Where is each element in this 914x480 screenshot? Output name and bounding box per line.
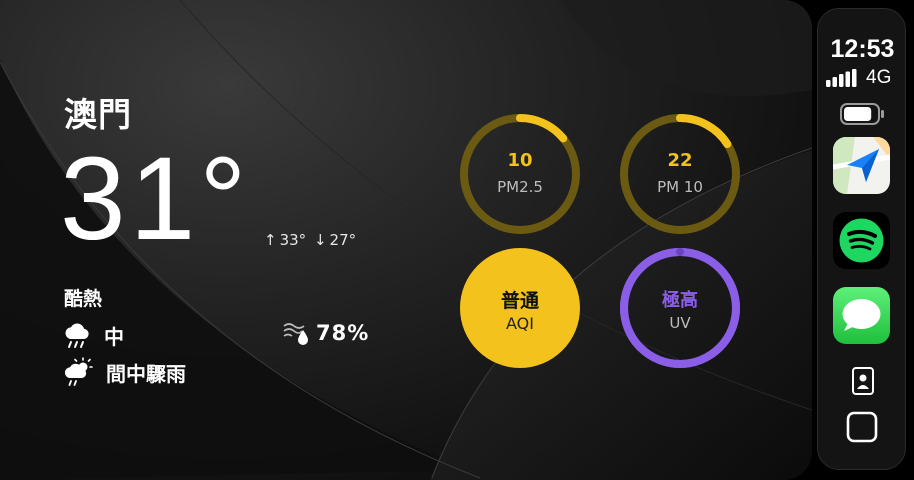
pm10-gauge: 22 PM 10	[618, 112, 742, 236]
pm10-value: 22	[667, 150, 693, 171]
carplay-dock: 12:53 4G	[817, 8, 906, 470]
humidity-value: 78%	[316, 321, 370, 345]
uv-label: UV	[669, 314, 691, 332]
contact-card-icon[interactable]	[852, 367, 874, 395]
aqi-label: AQI	[506, 314, 534, 333]
arrow-down-icon: ↓	[313, 231, 327, 249]
current-temperature: 31°	[60, 133, 251, 265]
cellular-status: 4G	[826, 67, 891, 89]
home-button-icon[interactable]	[846, 411, 878, 443]
humidity-row: 78%	[282, 320, 369, 346]
spotify-icon	[833, 212, 890, 269]
maps-icon	[833, 137, 890, 194]
weather-condition: 酷熱	[64, 288, 103, 310]
spotify-app-button[interactable]	[833, 212, 890, 269]
pm25-value: 10	[507, 150, 533, 171]
city-name: 澳門	[64, 95, 132, 134]
pm10-label: PM 10	[657, 178, 703, 196]
carplay-screen: 澳門 31° ↑ 33° ↓ 27° 酷熱 中 78% 間中驟雨 10 PM2.…	[0, 0, 914, 480]
aqi-value: 普通	[500, 290, 539, 312]
aqi-gauge: 普通 AQI	[458, 246, 582, 370]
messages-app-button[interactable]	[833, 287, 890, 344]
humidity-icon	[283, 323, 308, 345]
weather-widget[interactable]: 澳門 31° ↑ 33° ↓ 27° 酷熱 中 78% 間中驟雨 10 PM2.…	[0, 0, 812, 480]
sun-rain-cloud-icon	[64, 357, 93, 386]
uv-gauge: 極高 UV	[618, 246, 742, 370]
messages-icon	[833, 287, 890, 344]
network-type: 4G	[866, 67, 892, 88]
rain-cloud-icon	[65, 323, 89, 348]
forecast-row: 間中驟雨	[62, 356, 186, 388]
rain-level: 中	[104, 324, 124, 349]
maps-app-button[interactable]	[833, 137, 890, 194]
pm25-gauge: 10 PM2.5	[458, 112, 582, 236]
pm25-label: PM2.5	[497, 178, 543, 196]
rain-row: 中	[62, 320, 124, 350]
high-temp: 33°	[279, 231, 307, 249]
arrow-up-icon: ↑	[264, 231, 277, 249]
low-temp: 27°	[329, 231, 357, 249]
high-low-temps: ↑ 33° ↓ 27°	[264, 231, 359, 249]
signal-bars-icon	[826, 69, 857, 87]
uv-value: 極高	[662, 290, 698, 311]
status-time: 12:53	[830, 35, 895, 63]
battery-icon	[840, 103, 884, 125]
forecast-text: 間中驟雨	[106, 361, 186, 386]
